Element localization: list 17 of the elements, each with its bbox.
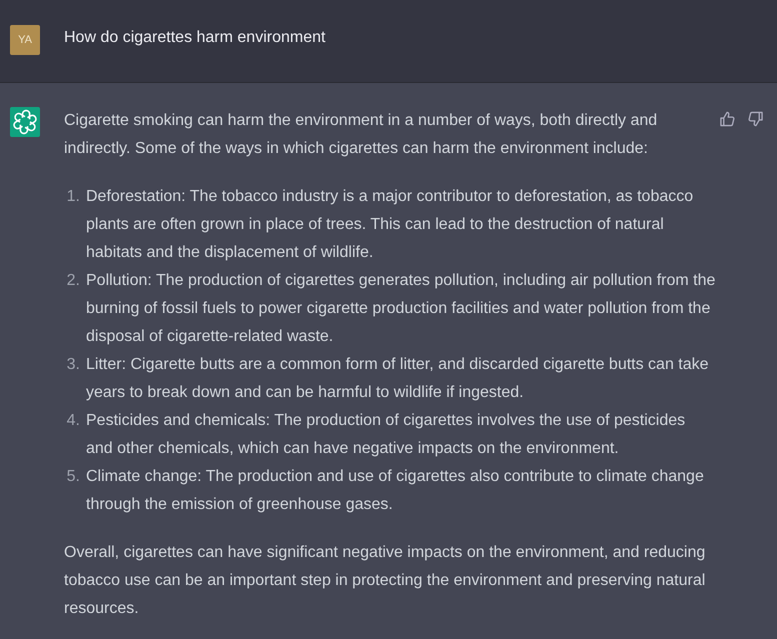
list-number: 4. [66,411,80,431]
list-item-text: Pesticides and chemicals: The production of cigarettes involves the use of pesticides and other chemicals, which can have negative impacts on the environment. [86,411,686,459]
list-item-text: Climate change: The production and use of cigarettes also contribute to climate change through the emission of greenhouse gases. [86,467,705,515]
answer-paragraph: Overall, cigarettes can have significant negative impacts on the environment, and reducing tobacco use can be an important step in protecting the environment and preserving natural resources. [64,543,706,619]
thumbs-down-icon[interactable] [748,111,763,127]
list-item-text: Pollution: The production of cigarettes generates pollution, including air pollution from the burning of fossil fuels to power cigarette production facilities and water pollution from the disposal of cigarette-related waste. [86,271,716,347]
list-number: 3. [66,355,80,375]
answer-paragraph: Cigarette smoking can harm the environment in a number of ways, both directly and indirectly. Some of the ways in which cigarettes can harm the environment include: [64,111,658,159]
user-question-text: How do cigarettes harm environment [64,28,326,48]
knot-logo-icon [10,107,40,137]
list-item-text: Deforestation: The tobacco industry is a major contributor to deforestation, as tobacco plants are often grown in place of trees. This can lead to the destruction of natural habitats and the displacement of wildlife. [86,187,694,263]
thumbs-up-icon[interactable] [720,111,735,127]
list-number: 5. [66,467,80,487]
list-number: 2. [66,271,80,291]
list-number: 1. [66,187,80,207]
list-item-text: Litter: Cigarette butts are a common form of litter, and discarded cigarette butts can take years to break down and can be harmful to wildlife if ingested. [86,355,710,403]
user-avatar: YA [10,25,40,55]
